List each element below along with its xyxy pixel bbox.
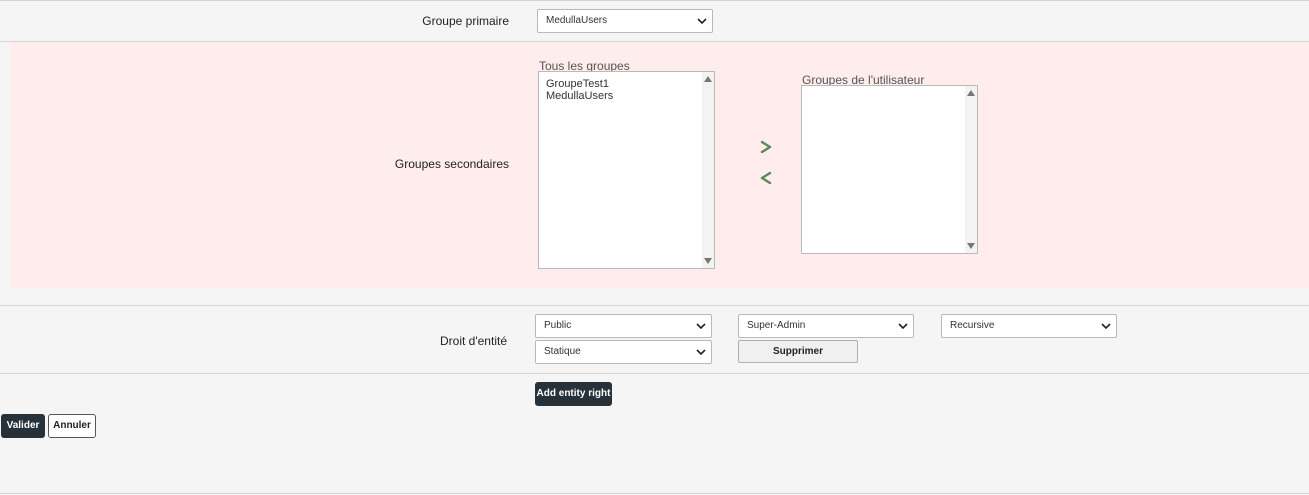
scroll-up-icon[interactable] (704, 76, 712, 82)
chevron-down-icon (696, 323, 706, 330)
delete-entity-right-button[interactable]: Supprimer (738, 340, 858, 363)
scroll-up-icon[interactable] (967, 90, 975, 96)
divider-secondary (0, 305, 1309, 306)
entity-right-label: Droit d'entité (440, 334, 507, 348)
chevron-left-icon[interactable] (760, 171, 772, 185)
primary-group-select[interactable]: MedullaUsers (537, 9, 713, 33)
top-divider (0, 0, 1309, 1)
list-item-medullausers[interactable]: MedullaUsers (539, 90, 714, 102)
secondary-groups-label: Groupes secondaires (394, 157, 509, 171)
all-groups-scrollbar[interactable] (702, 72, 714, 268)
recursive-select-value: Recursive (950, 320, 995, 331)
profile-select-value: Super-Admin (747, 320, 806, 331)
chevron-down-icon (898, 323, 908, 330)
type-select[interactable]: Statique (535, 340, 712, 364)
validate-button[interactable]: Valider (1, 414, 45, 438)
all-groups-listbox[interactable]: GroupeTest1 MedullaUsers (538, 71, 715, 269)
divider-entity (0, 373, 1309, 374)
entity-select-value: Public (544, 320, 572, 331)
user-groups-listbox[interactable] (801, 85, 978, 254)
add-entity-right-button[interactable]: Add entity right (535, 382, 612, 406)
bottom-divider (0, 493, 1309, 494)
list-item-grouptest1[interactable]: GroupeTest1 (539, 78, 714, 90)
scroll-down-icon[interactable] (967, 243, 975, 249)
entity-select[interactable]: Public (535, 314, 712, 338)
primary-group-label: Groupe primaire (422, 14, 509, 28)
cancel-button[interactable]: Annuler (48, 414, 96, 438)
primary-group-value: MedullaUsers (546, 15, 608, 26)
chevron-down-icon (1101, 323, 1111, 330)
chevron-down-icon (697, 18, 707, 25)
profile-select[interactable]: Super-Admin (738, 314, 914, 338)
recursive-select[interactable]: Recursive (941, 314, 1117, 338)
scroll-down-icon[interactable] (704, 258, 712, 264)
user-groups-scrollbar[interactable] (965, 86, 977, 253)
type-select-value: Statique (544, 346, 581, 357)
chevron-right-icon[interactable] (760, 140, 772, 154)
chevron-down-icon (696, 349, 706, 356)
